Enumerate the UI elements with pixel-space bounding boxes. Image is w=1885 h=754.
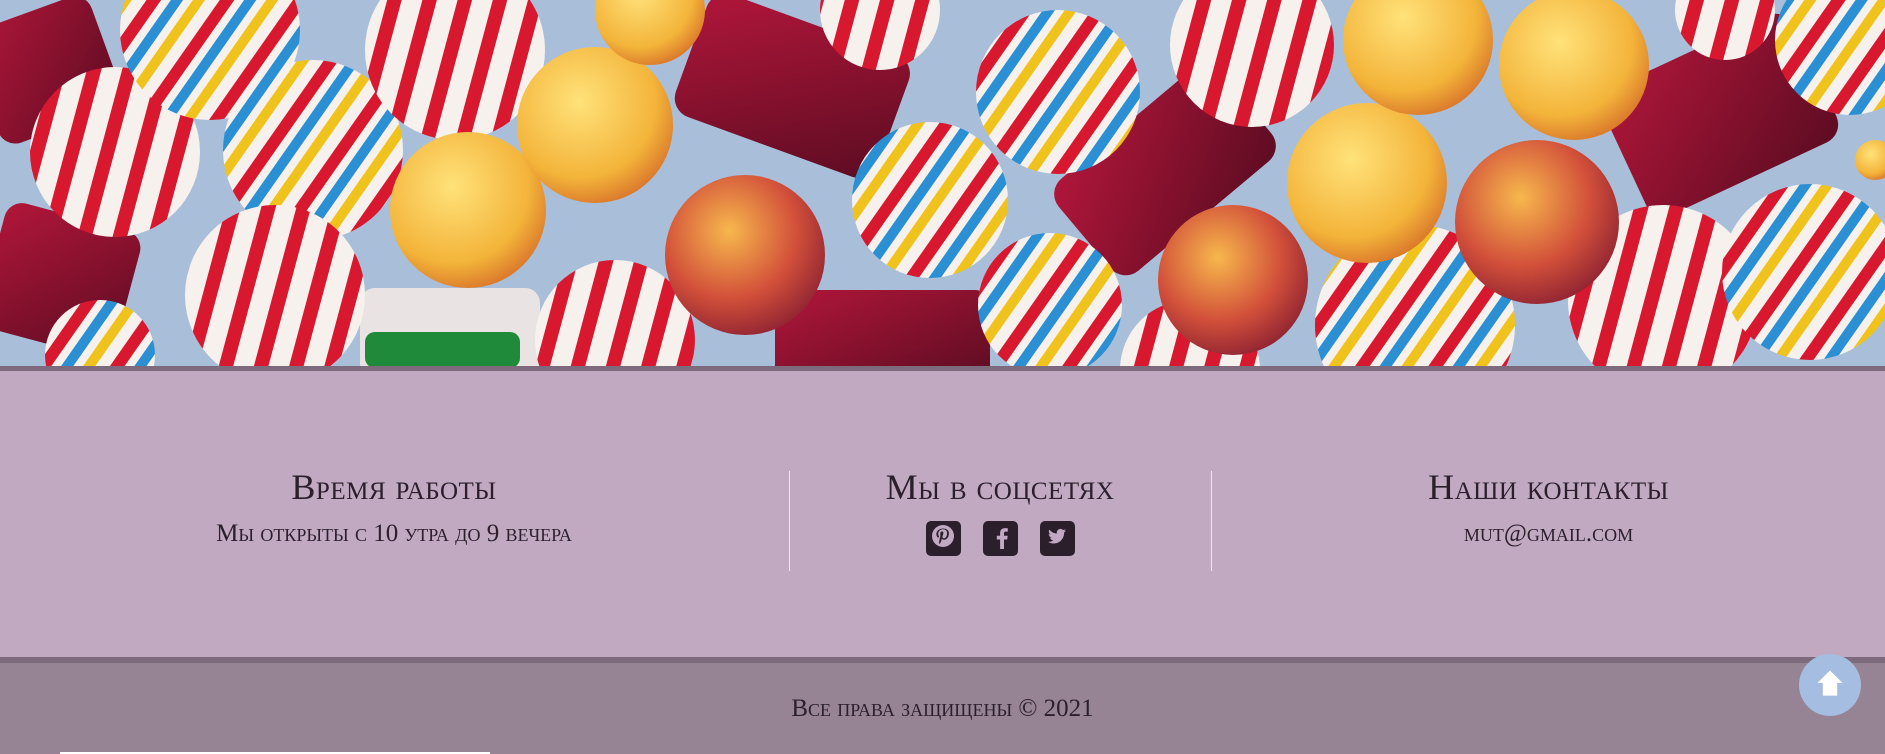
social-links — [789, 521, 1211, 556]
scroll-to-top-button[interactable] — [1799, 654, 1861, 716]
contacts-title: Наши контакты — [1428, 467, 1669, 507]
pinterest-icon — [930, 523, 956, 554]
facebook-icon — [987, 523, 1013, 554]
arrow-up-icon — [1812, 665, 1848, 706]
contact-email-link[interactable]: mut@gmail.com — [1212, 517, 1885, 551]
hero-candy-image — [0, 0, 1885, 366]
social-block: Мы в соцсетях — [789, 465, 1211, 556]
working-hours-title: Время работы — [291, 467, 497, 507]
twitter-icon — [1044, 523, 1070, 554]
facebook-link[interactable] — [982, 521, 1018, 556]
working-hours-block: Время работы Мы открыты с 10 утра до 9 в… — [0, 465, 788, 551]
footer: Все права защищены © 2021 — [0, 663, 1885, 754]
info-section: Время работы Мы открыты с 10 утра до 9 в… — [0, 366, 1885, 663]
copyright-text: Все права защищены © 2021 — [791, 695, 1094, 722]
twitter-link[interactable] — [1039, 521, 1075, 556]
pinterest-link[interactable] — [925, 521, 961, 556]
social-title: Мы в соцсетях — [885, 467, 1115, 507]
working-hours-text: Мы открыты с 10 утра до 9 вечера — [216, 520, 572, 547]
contacts-block: Наши контакты mut@gmail.com — [1212, 465, 1885, 551]
